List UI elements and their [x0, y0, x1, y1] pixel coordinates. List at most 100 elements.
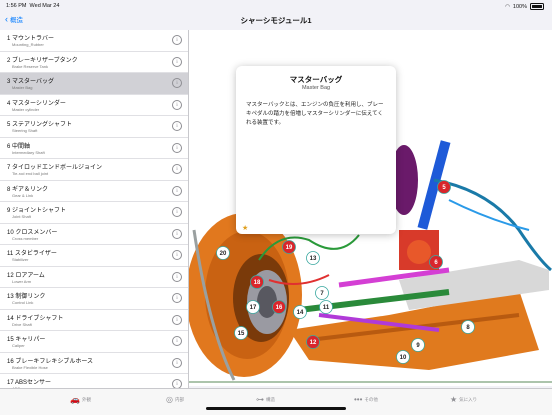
part-marker-11[interactable]: 11 [319, 300, 333, 314]
list-item-title: 17 ABSセンサー [7, 380, 52, 386]
list-item[interactable]: 10 クロスメンバー Cross member i [0, 224, 188, 245]
part-marker-7[interactable]: 7 [315, 286, 329, 300]
info-icon[interactable]: i [172, 142, 182, 153]
list-item[interactable]: 5 ステアリングシャフト Steering Shaft i [0, 116, 188, 138]
list-item[interactable]: 3 マスターバッグ Master Bag i [0, 73, 188, 95]
list-item-subtitle: Stabilizer [12, 257, 29, 262]
list-item[interactable]: 13 制御リンク Control Link i [0, 288, 188, 310]
part-marker-20[interactable]: 20 [216, 246, 230, 260]
part-marker-16[interactable]: 16 [272, 300, 286, 314]
list-item-title: 15 キャリパー [7, 337, 46, 343]
list-item[interactable]: 16 ブレーキフレキシブルホース Brake Flexible Hose i [0, 353, 188, 374]
tab-star[interactable]: ★ 気に入り [450, 395, 477, 404]
info-icon[interactable]: i [172, 314, 182, 325]
part-marker-9[interactable]: 9 [411, 338, 425, 352]
info-icon[interactable]: i [172, 185, 182, 196]
info-icon[interactable]: i [172, 207, 182, 217]
list-item-subtitle: Control Link [12, 300, 34, 305]
tab-car[interactable]: 🚗 外観 [70, 395, 91, 404]
svg-text:10: 10 [400, 355, 407, 361]
list-item[interactable]: 15 キャリパー Caliper i [0, 331, 188, 353]
list-item[interactable]: 6 中間軸 Intermediary Shaft i [0, 138, 188, 159]
svg-text:13: 13 [310, 256, 317, 262]
info-icon[interactable]: i [172, 357, 182, 368]
list-item[interactable]: 12 ロアアーム Lower Arm i [0, 267, 188, 288]
list-item[interactable]: 11 スタビライザー Stabilizer i [0, 245, 188, 267]
info-icon[interactable]: i [172, 379, 182, 388]
part-marker-15[interactable]: 15 [234, 326, 248, 340]
popover-description: マスターバックとは、エンジンの負圧を利用し、ブレーキペダルの踏力を倍増しマスター… [246, 102, 384, 126]
info-icon[interactable]: i [172, 121, 182, 131]
list-item-subtitle: Caliper [12, 343, 25, 348]
info-icon[interactable]: i [172, 164, 182, 174]
status-time: 1:56 PM Wed Mar 24 [6, 3, 60, 9]
info-icon[interactable]: i [172, 228, 182, 239]
svg-text:20: 20 [220, 251, 227, 257]
list-item-subtitle: Intermediary Shaft [12, 149, 45, 155]
favorite-star-icon[interactable]: ★ [242, 224, 248, 232]
svg-text:16: 16 [276, 305, 283, 311]
list-item-title: 4 マスターシリンダー [7, 100, 66, 107]
list-item-title: 5 ステアリングシャフト [7, 122, 73, 128]
list-item-title: 3 マスターバッグ [7, 79, 54, 85]
part-marker-18[interactable]: 18 [250, 275, 264, 289]
svg-text:15: 15 [238, 331, 245, 337]
part-marker-6[interactable]: 6 [429, 255, 443, 269]
info-icon[interactable]: i [172, 250, 182, 260]
list-item[interactable]: 17 ABSセンサーABS sensori [0, 374, 188, 388]
wifi-icon: ◠ [505, 3, 510, 10]
list-item-title: 8 ギア＆リンク [7, 186, 49, 193]
list-item-title: 13 制御リンク [7, 294, 46, 300]
list-item[interactable]: 9 ジョイントシャフト Joint Shaft i [0, 202, 188, 224]
part-marker-14[interactable]: 14 [293, 305, 307, 319]
car-icon: 🚗 [70, 395, 80, 404]
part-marker-12[interactable]: 12 [306, 335, 320, 349]
list-item[interactable]: 2 ブレーキリザーブタンク Brake Reserve Tank i [0, 52, 188, 73]
list-item[interactable]: 8 ギア＆リンク Gear & Link i [0, 181, 188, 202]
tab-bar: 🚗 外観 ◎ 内部 ⊶ 構造 ••• その他 ★ 気に入り [0, 388, 552, 415]
list-item-subtitle: Gear & Link [12, 192, 34, 198]
steering-wheel-icon: ◎ [166, 395, 173, 404]
info-icon[interactable]: i [172, 293, 182, 303]
info-icon[interactable]: i [172, 35, 182, 45]
list-item-subtitle: Master Bag [12, 85, 33, 90]
part-marker-17[interactable]: 17 [246, 300, 260, 314]
tab-steering-wheel[interactable]: ◎ 内部 [166, 395, 184, 404]
list-item-title: 14 ドライブシャフト [7, 315, 64, 322]
list-item-subtitle: Lower Arm [12, 278, 32, 284]
back-button[interactable]: ‹ 概造 [5, 14, 23, 24]
part-marker-13[interactable]: 13 [306, 251, 320, 265]
info-icon[interactable]: i [172, 271, 182, 282]
svg-text:18: 18 [254, 280, 261, 286]
info-icon[interactable]: i [172, 99, 182, 110]
list-item-subtitle: Brake Flexible Hose [12, 364, 48, 370]
part-marker-19[interactable]: 19 [282, 240, 296, 254]
svg-text:17: 17 [250, 305, 257, 311]
part-marker-5[interactable]: 5 [437, 180, 451, 194]
status-bar: 1:56 PM Wed Mar 24 ◠ 100% [0, 0, 552, 12]
list-item-subtitle: Steering Shaft [12, 128, 38, 133]
info-icon[interactable]: i [172, 78, 182, 88]
list-item[interactable]: 14 ドライブシャフト Drive Shaft i [0, 310, 188, 331]
battery-percent: 100% [512, 3, 527, 10]
list-item-title: 9 ジョイントシャフト [7, 208, 67, 214]
more-icon: ••• [354, 395, 363, 404]
page-title: シャーシモジュール1 [240, 16, 312, 25]
back-label: 概造 [10, 17, 23, 24]
part-marker-8[interactable]: 8 [461, 320, 475, 334]
info-icon[interactable]: i [172, 336, 182, 346]
list-item-subtitle: Tie-rod end ball joint [12, 171, 49, 176]
list-item-title: 7 タイロッドエンドボールジョイン [7, 165, 103, 171]
tab-label: その他 [364, 396, 378, 402]
list-item[interactable]: 7 タイロッドエンドボールジョイン Tie-rod end ball joint i [0, 159, 188, 181]
tab-more[interactable]: ••• その他 [354, 395, 378, 404]
list-item-subtitle: Cross member [12, 235, 39, 241]
list-item-title: 12 ロアアーム [7, 272, 45, 279]
list-item[interactable]: 4 マスターシリンダー Master cylinder i [0, 95, 188, 116]
tab-structure[interactable]: ⊶ 構造 [256, 395, 275, 404]
list-item[interactable]: 1 マウントラバー Mounting_Rubber i [0, 30, 188, 52]
part-marker-10[interactable]: 10 [396, 350, 410, 364]
info-icon[interactable]: i [172, 56, 182, 67]
list-item-title: 10 クロスメンバー [7, 229, 58, 236]
svg-text:11: 11 [323, 305, 330, 311]
